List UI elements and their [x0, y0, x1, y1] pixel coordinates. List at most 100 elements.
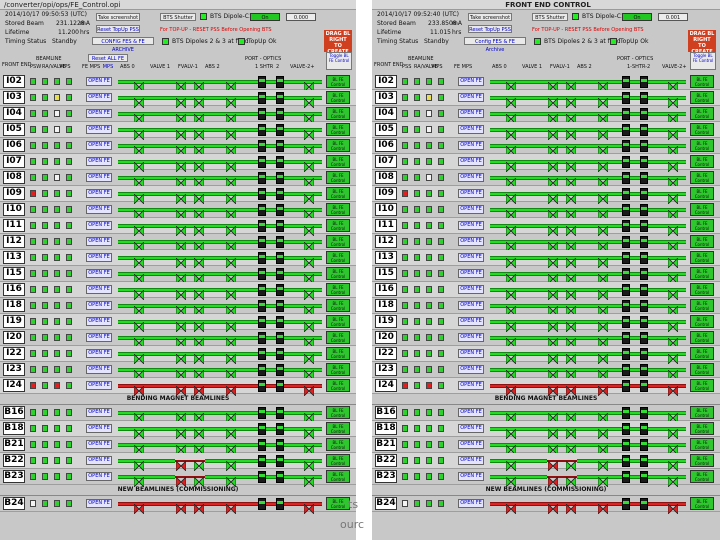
shutter-block-icon[interactable] — [622, 252, 630, 264]
valve-icon[interactable] — [667, 408, 679, 424]
valve-icon[interactable] — [225, 285, 237, 301]
valve-icon[interactable] — [565, 77, 577, 93]
valve-icon[interactable] — [667, 189, 679, 205]
open-fe-button[interactable]: OPEN FE — [458, 424, 484, 433]
valve-icon[interactable] — [193, 109, 205, 125]
open-fe-button[interactable]: OPEN FE — [458, 77, 484, 86]
valve-icon[interactable] — [547, 424, 559, 440]
reset-all-fe-mps-button[interactable]: Reset ALL FE MPS — [88, 54, 128, 70]
valve-icon[interactable] — [225, 317, 237, 333]
open-fe-button[interactable]: OPEN FE — [86, 93, 112, 102]
open-fe-button[interactable]: OPEN FE — [86, 109, 112, 118]
shutter-block-icon[interactable] — [622, 220, 630, 232]
valve-icon[interactable] — [597, 189, 609, 205]
open-fe-button[interactable]: OPEN FE — [86, 125, 112, 134]
valve-icon[interactable] — [175, 141, 187, 157]
valve-icon[interactable] — [547, 173, 559, 189]
valve-icon[interactable] — [193, 173, 205, 189]
shutter-block-icon[interactable] — [640, 172, 648, 184]
shutter-block-icon[interactable] — [622, 364, 630, 376]
config-fes-button[interactable]: CONFIG FES & FE ARCHIVE — [92, 37, 154, 53]
valve-icon[interactable] — [303, 381, 315, 397]
bl-fe-control-button[interactable]: BL FE Control — [326, 75, 350, 88]
valve-icon[interactable] — [597, 173, 609, 189]
valve-icon[interactable] — [565, 349, 577, 365]
valve-icon[interactable] — [505, 205, 517, 221]
open-fe-button[interactable]: OPEN FE — [458, 253, 484, 262]
open-fe-button[interactable]: OPEN FE — [86, 408, 112, 417]
valve-icon[interactable] — [667, 349, 679, 365]
valve-icon[interactable] — [565, 499, 577, 515]
bts-shutter-button[interactable]: BTS Shutter — [532, 13, 568, 21]
open-fe-button[interactable]: OPEN FE — [458, 333, 484, 342]
shutter-block-icon[interactable] — [622, 455, 630, 467]
shutter-block-icon[interactable] — [276, 284, 284, 296]
shutter-block-icon[interactable] — [622, 498, 630, 510]
valve-icon[interactable] — [597, 333, 609, 349]
shutter-block-icon[interactable] — [640, 455, 648, 467]
valve-icon[interactable] — [565, 109, 577, 125]
valve-icon[interactable] — [565, 317, 577, 333]
valve-icon[interactable] — [225, 440, 237, 456]
valve-icon[interactable] — [505, 349, 517, 365]
valve-icon[interactable] — [133, 221, 145, 237]
valve-icon[interactable] — [133, 472, 145, 488]
shutter-block-icon[interactable] — [258, 471, 266, 483]
shutter-block-icon[interactable] — [276, 156, 284, 168]
open-fe-button[interactable]: OPEN FE — [458, 221, 484, 230]
shutter-block-icon[interactable] — [258, 92, 266, 104]
open-fe-button[interactable]: OPEN FE — [458, 456, 484, 465]
bl-fe-control-button[interactable]: BL FE Control — [326, 438, 350, 451]
bl-fe-control-button[interactable]: BL FE Control — [690, 347, 714, 360]
shutter-block-icon[interactable] — [622, 204, 630, 216]
open-fe-button[interactable]: OPEN FE — [458, 125, 484, 134]
valve-icon[interactable] — [667, 157, 679, 173]
valve-icon[interactable] — [547, 456, 559, 472]
shutter-block-icon[interactable] — [622, 423, 630, 435]
bl-fe-control-button[interactable]: BL FE Control — [326, 379, 350, 392]
valve-icon[interactable] — [193, 285, 205, 301]
bl-fe-control-button[interactable]: BL FE Control — [690, 470, 714, 483]
shutter-block-icon[interactable] — [258, 455, 266, 467]
open-fe-button[interactable]: OPEN FE — [86, 77, 112, 86]
valve-icon[interactable] — [547, 301, 559, 317]
reset-topup-pss-button[interactable]: Reset TopUp PSS — [96, 25, 140, 33]
valve-icon[interactable] — [133, 189, 145, 205]
valve-icon[interactable] — [547, 237, 559, 253]
valve-icon[interactable] — [565, 173, 577, 189]
valve-icon[interactable] — [175, 189, 187, 205]
shutter-block-icon[interactable] — [640, 407, 648, 419]
valve-icon[interactable] — [133, 109, 145, 125]
bl-fe-control-button[interactable]: BL FE Control — [326, 454, 350, 467]
valve-icon[interactable] — [133, 349, 145, 365]
valve-icon[interactable] — [303, 349, 315, 365]
valve-icon[interactable] — [175, 440, 187, 456]
shutter-block-icon[interactable] — [640, 439, 648, 451]
open-fe-button[interactable]: OPEN FE — [86, 349, 112, 358]
shutter-block-icon[interactable] — [640, 252, 648, 264]
bl-fe-control-button[interactable]: BL FE Control — [690, 235, 714, 248]
valve-icon[interactable] — [597, 499, 609, 515]
valve-icon[interactable] — [565, 472, 577, 488]
valve-icon[interactable] — [133, 424, 145, 440]
valve-icon[interactable] — [597, 440, 609, 456]
bl-fe-control-button[interactable]: BL FE Control — [690, 283, 714, 296]
valve-icon[interactable] — [547, 349, 559, 365]
valve-icon[interactable] — [667, 456, 679, 472]
valve-icon[interactable] — [547, 333, 559, 349]
shutter-block-icon[interactable] — [640, 364, 648, 376]
valve-icon[interactable] — [565, 301, 577, 317]
valve-icon[interactable] — [667, 365, 679, 381]
open-fe-button[interactable]: OPEN FE — [86, 189, 112, 198]
shutter-block-icon[interactable] — [258, 124, 266, 136]
valve-icon[interactable] — [303, 253, 315, 269]
bl-fe-control-button[interactable]: BL FE Control — [326, 347, 350, 360]
drag-beamline-box[interactable]: DRAG BL RIGHT TO CREATE — [688, 30, 716, 55]
valve-icon[interactable] — [133, 269, 145, 285]
valve-icon[interactable] — [225, 125, 237, 141]
valve-icon[interactable] — [505, 472, 517, 488]
open-fe-button[interactable]: OPEN FE — [458, 472, 484, 481]
shutter-block-icon[interactable] — [258, 423, 266, 435]
valve-icon[interactable] — [225, 157, 237, 173]
valve-icon[interactable] — [505, 456, 517, 472]
